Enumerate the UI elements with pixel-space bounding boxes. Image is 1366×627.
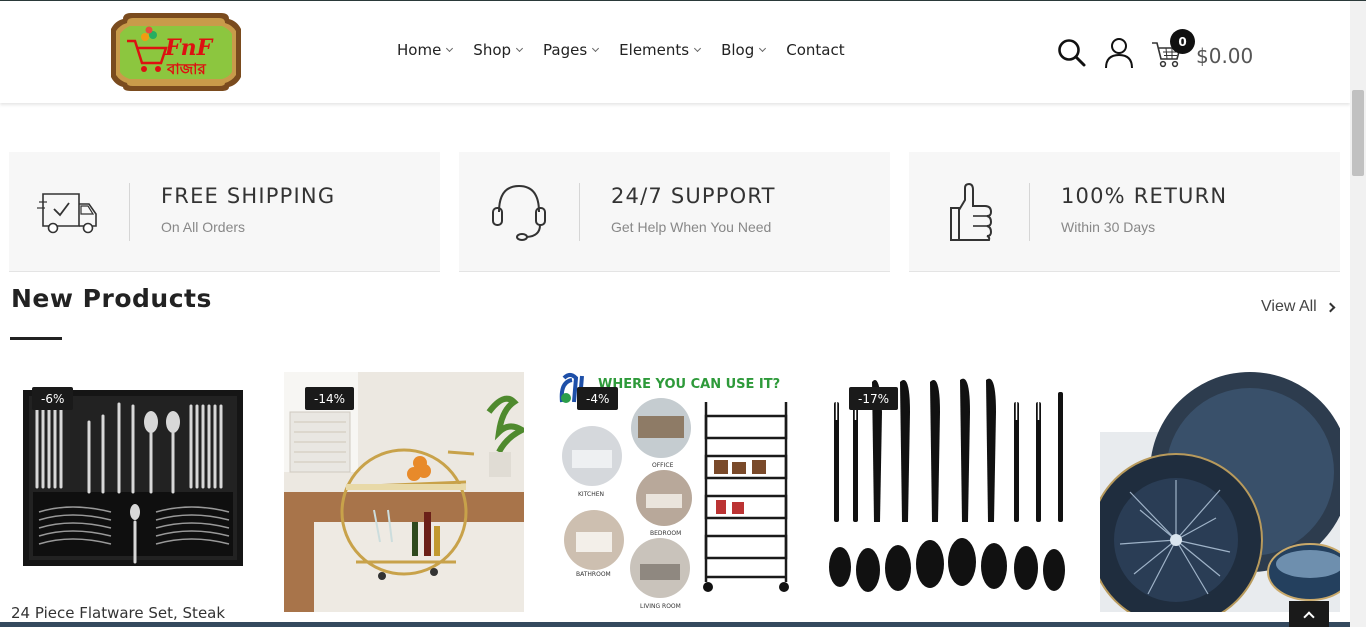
chevron-down-icon xyxy=(694,44,702,53)
search-icon[interactable] xyxy=(1057,38,1087,73)
nav-contact-label: Contact xyxy=(786,41,845,59)
user-icon[interactable] xyxy=(1104,37,1134,74)
feature-divider xyxy=(129,183,130,241)
discount-badge: -4% xyxy=(577,387,619,410)
nav-pages[interactable]: Pages xyxy=(543,41,600,59)
discount-badge: -17% xyxy=(849,387,899,410)
main-nav: Home Shop Pages Elements Blog Contact xyxy=(397,41,866,59)
cart-count-badge: 0 xyxy=(1170,29,1195,54)
nav-home[interactable]: Home xyxy=(397,41,454,59)
product-card-image[interactable] xyxy=(1100,372,1340,612)
nav-home-label: Home xyxy=(397,41,442,59)
site-header: FnF বাজার Home Shop Pages Elements Blog … xyxy=(0,1,1350,103)
svg-text:KITCHEN: KITCHEN xyxy=(578,491,604,498)
feature-support: 24/7 SUPPORT Get Help When You Need xyxy=(459,152,890,272)
delivery-truck-icon xyxy=(37,182,101,242)
feature-divider xyxy=(1029,183,1030,241)
title-underline xyxy=(10,337,62,340)
nav-elements-label: Elements xyxy=(619,41,690,59)
svg-text:BEDROOM: BEDROOM xyxy=(650,530,681,537)
nav-blog-label: Blog xyxy=(721,41,755,59)
site-logo[interactable]: FnF বাজার xyxy=(109,11,243,91)
feature-title: 24/7 SUPPORT xyxy=(611,184,776,208)
svg-text:WHERE YOU CAN USE IT?: WHERE YOU CAN USE IT? xyxy=(598,377,780,392)
svg-text:BATHROOM: BATHROOM xyxy=(576,571,611,578)
nav-shop-label: Shop xyxy=(473,41,512,59)
chevron-right-icon xyxy=(1325,302,1336,312)
discount-badge: -6% xyxy=(32,387,74,410)
chevron-down-icon xyxy=(592,44,600,53)
feature-subtitle: On All Orders xyxy=(161,219,246,235)
feature-return: 100% RETURN Within 30 Days xyxy=(909,152,1340,272)
svg-text:FnF: FnF xyxy=(164,35,214,61)
chevron-down-icon xyxy=(515,44,524,53)
back-to-top-button[interactable] xyxy=(1289,601,1329,627)
nav-shop[interactable]: Shop xyxy=(473,41,524,59)
svg-text:OFFICE: OFFICE xyxy=(652,462,674,469)
view-all-label: View All xyxy=(1261,298,1317,315)
section-title: New Products xyxy=(11,284,212,313)
bottom-bar xyxy=(0,622,1350,627)
nav-pages-label: Pages xyxy=(543,41,588,59)
nav-elements[interactable]: Elements xyxy=(619,41,702,59)
thumbs-up-icon xyxy=(937,182,1001,242)
cart-total[interactable]: $0.00 xyxy=(1196,44,1253,68)
product-name[interactable]: 24 Piece Flatware Set, Steak xyxy=(11,604,225,622)
feature-subtitle: Within 30 Days xyxy=(1061,219,1156,235)
feature-shipping: FREE SHIPPING On All Orders xyxy=(9,152,440,272)
scrollbar-thumb[interactable] xyxy=(1352,90,1364,176)
chevron-up-icon xyxy=(1303,611,1315,623)
feature-title: FREE SHIPPING xyxy=(161,184,336,208)
chevron-down-icon xyxy=(446,44,454,53)
nav-blog[interactable]: Blog xyxy=(721,41,767,59)
feature-title: 100% RETURN xyxy=(1061,184,1228,208)
nav-contact[interactable]: Contact xyxy=(786,41,844,59)
chevron-down-icon xyxy=(759,44,767,53)
discount-badge: -14% xyxy=(305,387,355,410)
feature-subtitle: Get Help When You Need xyxy=(611,219,772,235)
view-all-link[interactable]: View All xyxy=(1261,298,1336,316)
svg-text:LIVING ROOM: LIVING ROOM xyxy=(640,603,681,610)
feature-divider xyxy=(579,183,580,241)
svg-text:বাজার: বাজার xyxy=(166,60,206,78)
headset-icon xyxy=(487,182,551,242)
